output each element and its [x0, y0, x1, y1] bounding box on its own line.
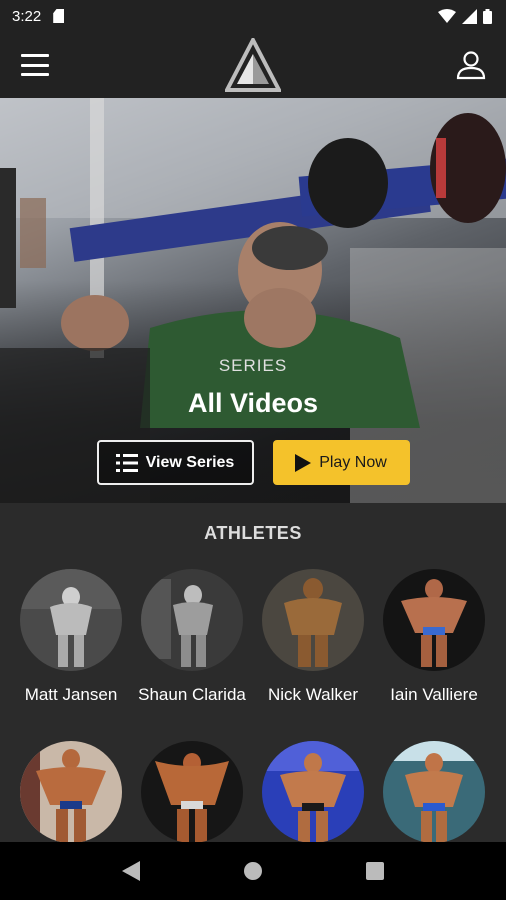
back-icon[interactable]	[117, 857, 145, 885]
recents-icon[interactable]	[361, 857, 389, 885]
hero-banner[interactable]: SERIES All Videos View Series Play Now	[0, 98, 506, 503]
athlete-name: Shaun Clarida	[138, 685, 246, 704]
home-icon[interactable]	[239, 857, 267, 885]
athlete-card[interactable]: Shaun Clarida	[131, 569, 253, 707]
athlete-photo	[262, 741, 364, 843]
view-series-label: View Series	[145, 453, 235, 471]
user-profile-icon[interactable]	[456, 50, 486, 80]
athlete-card[interactable]: Iain Valliere	[373, 569, 495, 707]
athlete-card[interactable]	[252, 741, 374, 855]
athlete-name: Iain Valliere	[390, 685, 478, 704]
play-now-label: Play Now	[319, 453, 387, 471]
avatar	[383, 741, 485, 843]
avatar	[20, 741, 122, 843]
hero-title: All Videos	[187, 388, 319, 418]
athlete-name: Nick Walker	[267, 685, 359, 704]
avatar	[262, 741, 364, 843]
athletes-section: ATHLETES Matt Jansen Shaun Clarida Nick …	[0, 503, 506, 843]
system-nav-bar	[0, 842, 506, 900]
hero-actions: View Series Play Now	[0, 440, 506, 485]
athlete-card[interactable]: Matt Jansen	[10, 569, 132, 707]
battery-icon	[483, 8, 492, 24]
athlete-photo	[141, 569, 243, 671]
view-series-button[interactable]: View Series	[96, 440, 254, 485]
athlete-name: Matt Jansen	[24, 685, 118, 704]
hero-eyebrow: SERIES	[218, 356, 288, 375]
athlete-photo	[383, 741, 485, 843]
athlete-photo	[262, 569, 364, 671]
athlete-photo	[383, 569, 485, 671]
athlete-card[interactable]	[131, 741, 253, 855]
sd-card-icon	[53, 9, 65, 23]
athlete-card[interactable]	[373, 741, 495, 855]
list-icon	[115, 453, 138, 472]
avatar	[262, 569, 364, 671]
athlete-card[interactable]: Nick Walker	[252, 569, 374, 707]
triangle-logo-icon[interactable]	[225, 38, 281, 92]
athlete-card[interactable]	[10, 741, 132, 855]
play-icon	[295, 453, 312, 472]
avatar	[383, 569, 485, 671]
play-now-button[interactable]: Play Now	[272, 440, 410, 485]
status-time: 3:22	[12, 7, 42, 25]
hamburger-menu-icon[interactable]	[21, 54, 49, 76]
avatar	[141, 741, 243, 843]
app-bar	[0, 32, 506, 98]
athlete-photo	[20, 569, 122, 671]
athletes-heading: ATHLETES	[204, 523, 302, 543]
avatar	[20, 569, 122, 671]
signal-icon	[462, 8, 477, 24]
avatar	[141, 569, 243, 671]
wifi-icon	[438, 9, 456, 23]
status-bar: 3:22	[0, 0, 506, 32]
athlete-photo	[20, 741, 122, 843]
athlete-photo	[141, 741, 243, 843]
